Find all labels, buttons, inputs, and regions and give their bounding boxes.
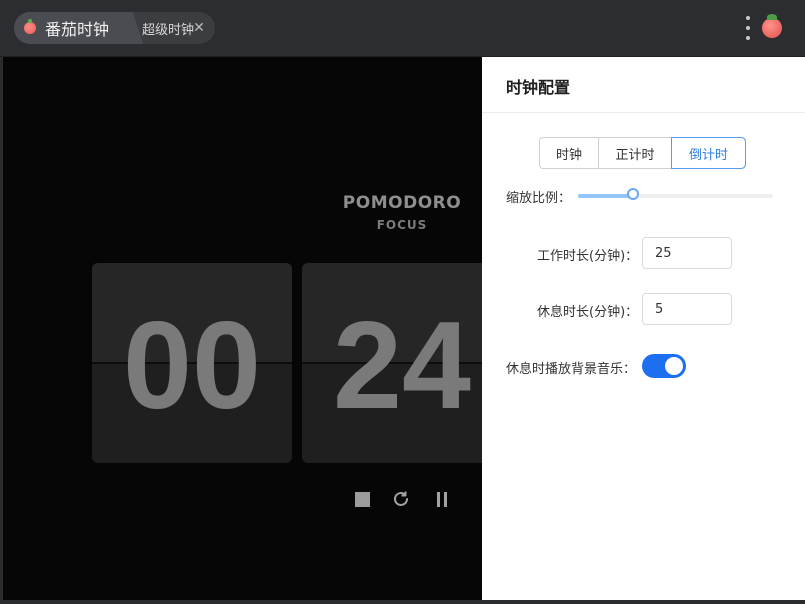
scale-label: 缩放比例： (506, 191, 572, 206)
title-bar: 番茄时钟 超级时钟 ✕ (0, 0, 805, 57)
mode-clock-button[interactable]: 时钟 (540, 138, 599, 168)
tab-super-clock[interactable]: 超级时钟 ✕ (129, 12, 215, 44)
menu-dot (746, 26, 750, 30)
flip-card-hours-digits: 00 (123, 297, 261, 435)
rest-duration-input[interactable] (642, 293, 732, 325)
pause-icon[interactable] (437, 492, 447, 507)
tomato-logo-icon[interactable] (762, 14, 782, 38)
tomato-icon (24, 19, 36, 34)
stop-icon[interactable] (355, 492, 370, 507)
more-menu-icon[interactable] (741, 16, 755, 40)
tab-pomodoro-label: 番茄时钟 (45, 20, 110, 39)
tab-group: 番茄时钟 超级时钟 ✕ (14, 12, 215, 44)
menu-dot (746, 36, 750, 40)
pomodoro-subtitle: FOCUS (376, 218, 428, 232)
mode-countup-button[interactable]: 正计时 (599, 138, 672, 168)
pomodoro-title: POMODORO (342, 193, 462, 213)
work-duration-label: 工作时长(分钟)： (537, 249, 639, 264)
background-music-toggle[interactable] (642, 354, 686, 378)
tab-super-clock-label: 超级时钟 (142, 22, 195, 38)
tab-pomodoro[interactable]: 番茄时钟 (14, 12, 130, 44)
timer-controls (353, 489, 453, 511)
rest-duration-label: 休息时长(分钟)： (537, 305, 639, 320)
clock-config-panel: 时钟配置 时钟 正计时 倒计时 缩放比例： 工作时长(分钟)： 休息时长(分钟)… (482, 57, 805, 600)
mode-countdown-button[interactable]: 倒计时 (672, 138, 745, 168)
toggle-knob (665, 357, 683, 375)
close-icon[interactable]: ✕ (192, 21, 206, 35)
panel-divider (482, 112, 805, 113)
flip-card-hours: 00 (92, 263, 292, 463)
flip-card-minutes-digits: 24 (333, 297, 471, 435)
panel-title: 时钟配置 (506, 78, 571, 97)
scale-slider-handle[interactable] (627, 188, 639, 200)
scale-slider[interactable] (578, 188, 773, 200)
work-duration-input[interactable] (642, 237, 732, 269)
restart-icon[interactable] (392, 490, 410, 508)
background-music-label: 休息时播放背景音乐： (506, 362, 637, 377)
mode-segmented-control: 时钟 正计时 倒计时 (539, 137, 746, 169)
menu-dot (746, 16, 750, 20)
flip-card-minutes: 24 (302, 263, 482, 463)
scale-slider-fill (578, 194, 633, 198)
clock-display: POMODORO FOCUS 00 24 (3, 57, 482, 600)
